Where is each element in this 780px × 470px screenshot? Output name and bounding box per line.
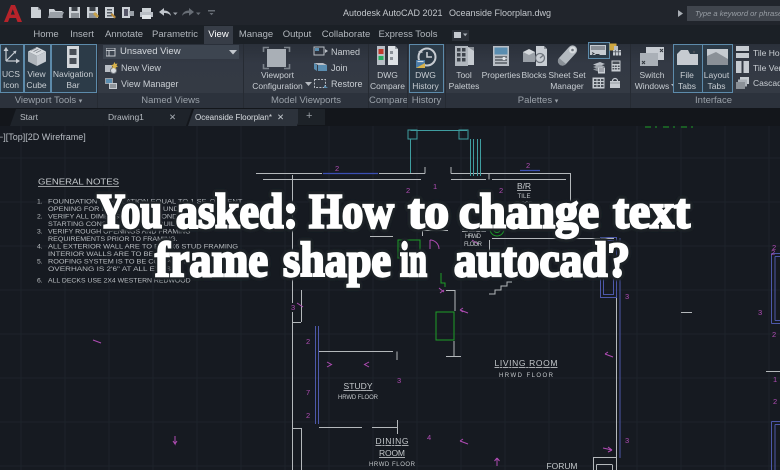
svg-text:2: 2 <box>306 337 310 346</box>
svg-text:4: 4 <box>427 433 431 442</box>
svg-text:HRWD FLOOR: HRWD FLOOR <box>369 462 416 468</box>
svg-text:3: 3 <box>397 376 401 385</box>
svg-text:Youasked:Howtochangetext: You asked: How to change text <box>97 184 691 239</box>
svg-text:1: 1 <box>773 375 777 384</box>
svg-text:6.: 6. <box>37 278 43 285</box>
svg-text:frameshapeinautocad?: frame shape in autocad? <box>155 232 630 287</box>
svg-text:−][Top][2D Wireframe]: −][Top][2D Wireframe] <box>0 132 86 142</box>
svg-text:1.: 1. <box>37 199 43 206</box>
svg-text:2: 2 <box>306 411 310 420</box>
svg-text:STUDY: STUDY <box>344 381 373 391</box>
svg-text:3: 3 <box>625 292 629 301</box>
svg-text:HRWD FLOOR: HRWD FLOOR <box>499 373 554 379</box>
svg-text:ROOM: ROOM <box>379 448 405 458</box>
svg-text:2.: 2. <box>37 214 43 221</box>
svg-text:FORUM: FORUM <box>547 461 578 470</box>
svg-text:LIVING ROOM: LIVING ROOM <box>495 358 558 368</box>
svg-text:DINING: DINING <box>376 436 409 446</box>
svg-text:HRWD FLOOR: HRWD FLOOR <box>338 395 379 401</box>
svg-text:3.: 3. <box>37 229 43 236</box>
svg-text:2: 2 <box>773 397 777 406</box>
svg-text:2: 2 <box>526 161 530 170</box>
svg-text:5.: 5. <box>37 259 43 266</box>
svg-text:2: 2 <box>772 243 776 252</box>
svg-text:3: 3 <box>758 308 762 317</box>
svg-text:7: 7 <box>306 388 310 397</box>
svg-text:3: 3 <box>625 436 629 445</box>
svg-text:2: 2 <box>335 164 339 173</box>
svg-text:3: 3 <box>291 303 295 312</box>
svg-text:2: 2 <box>772 330 776 339</box>
svg-text:4.: 4. <box>37 244 43 251</box>
